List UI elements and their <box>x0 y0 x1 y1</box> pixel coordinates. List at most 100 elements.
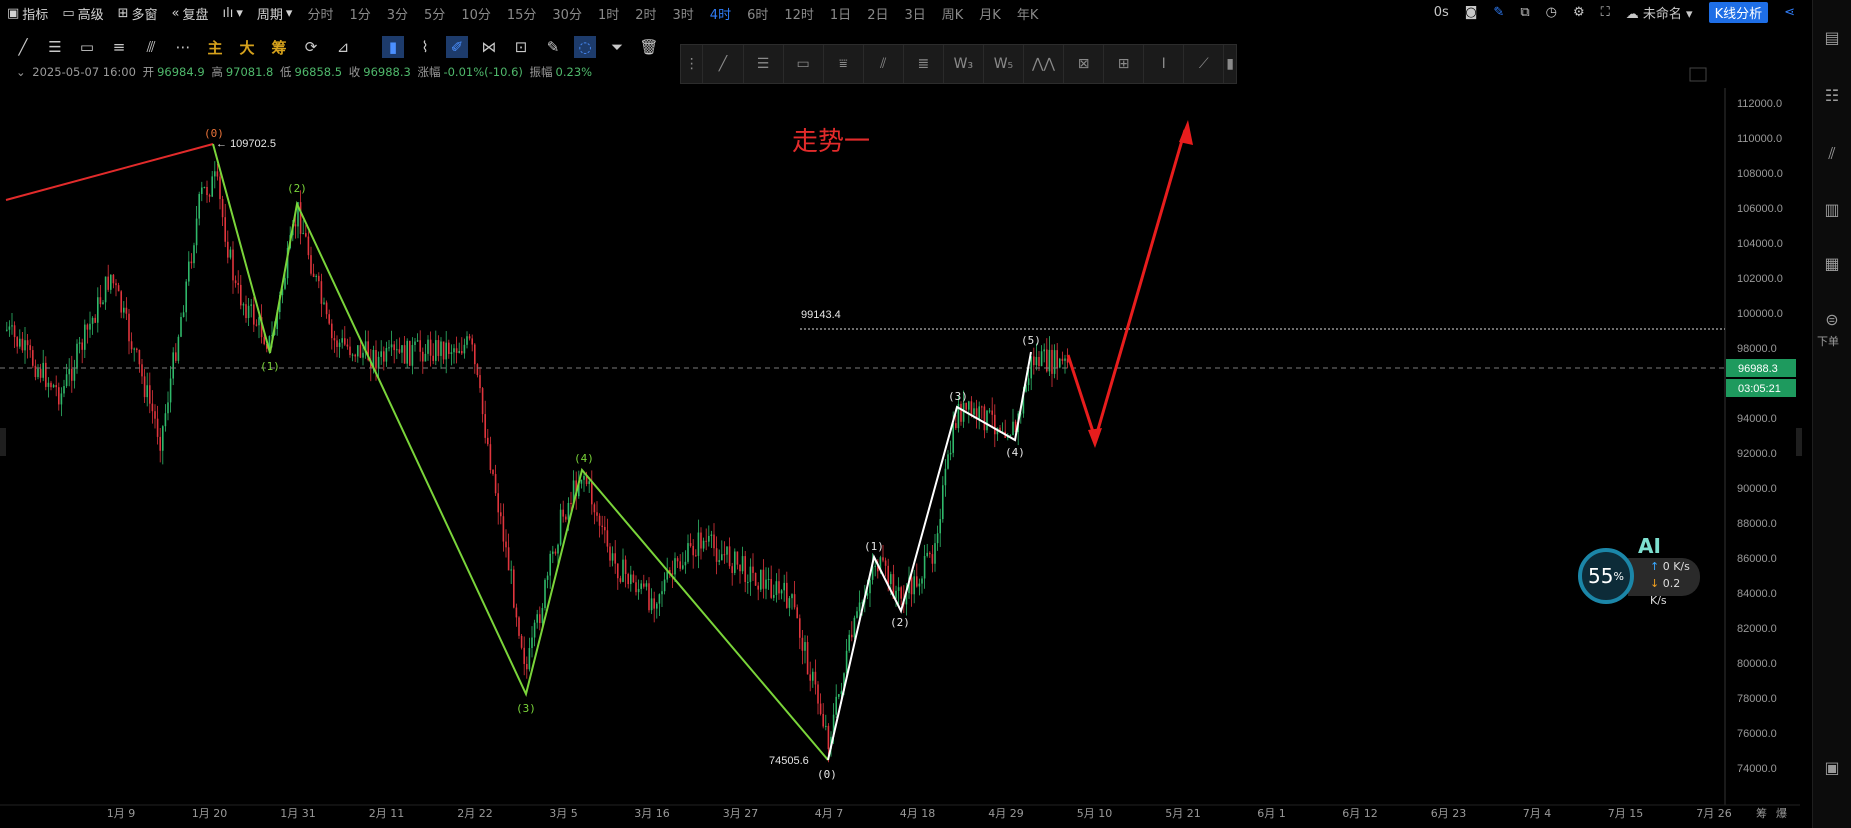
candle-body <box>500 512 502 517</box>
candle-body <box>806 642 809 675</box>
candle-body <box>154 411 156 419</box>
candle-body <box>414 341 416 345</box>
trend-chart-icon[interactable]: ⫽ <box>1821 144 1843 166</box>
white-wave-label-1: (1) <box>864 540 884 553</box>
time-tick-10: 4月 29 <box>988 807 1024 820</box>
candle-body <box>494 474 497 494</box>
candlestick-chart[interactable]: 112000.0 110000.0 108000.0 106000.0 104000.0… <box>0 0 1800 828</box>
candle-body <box>450 352 453 354</box>
candle-body <box>149 385 151 404</box>
up-projection-line <box>1093 129 1187 441</box>
candle-body <box>757 585 759 590</box>
candle-body <box>700 532 702 549</box>
candle-body <box>333 338 336 341</box>
candle-body <box>388 347 390 349</box>
candle-body <box>318 275 320 282</box>
candle-body <box>591 481 593 505</box>
candle-body <box>994 414 996 435</box>
candle-body <box>546 575 549 580</box>
candle-body <box>76 343 78 369</box>
annotation-title[interactable]: 走势一 <box>792 127 870 157</box>
candle-body <box>110 274 112 290</box>
candle-body <box>520 635 523 648</box>
axis-corner-0[interactable]: 筹 <box>1756 806 1767 820</box>
candle-body <box>253 304 255 325</box>
candle-body <box>513 569 515 608</box>
candle-body <box>783 582 785 591</box>
candle-body <box>471 338 473 345</box>
candle-body <box>557 544 559 554</box>
candle-body <box>565 516 567 520</box>
candle-body <box>263 337 265 345</box>
candle-body <box>84 324 86 350</box>
price-tick-0: 112000.0 <box>1737 98 1782 110</box>
left-collapse-handle[interactable] <box>0 428 6 456</box>
candle-body <box>409 340 411 366</box>
ai-widget[interactable]: AI ↑ 0 K/s ↓ 0.2 K/s 55% <box>1578 534 1700 610</box>
candle-body <box>1035 356 1038 366</box>
candle-body <box>986 410 988 431</box>
price-tick-2: 108000.0 <box>1737 168 1783 180</box>
candle-body <box>778 581 780 594</box>
document-icon[interactable]: ▤ <box>1821 28 1843 50</box>
candle-body <box>715 548 718 562</box>
down-arrow-icon: ↓ <box>1650 577 1660 590</box>
candle-body <box>219 176 221 200</box>
candle-body <box>461 351 463 354</box>
candle-body <box>533 622 536 638</box>
candle-body <box>765 579 767 589</box>
market-icon[interactable]: ▥ <box>1821 200 1843 222</box>
minimize-icon[interactable] <box>1689 67 1707 82</box>
candle-body <box>383 351 385 362</box>
candle-body <box>60 393 63 405</box>
time-tick-3: 2月 11 <box>369 807 405 820</box>
candle-body <box>643 583 645 587</box>
candle-body <box>1033 356 1035 366</box>
candle-body <box>94 317 96 323</box>
candle-body <box>713 534 715 549</box>
candle-body <box>900 587 902 599</box>
time-tick-15: 6月 23 <box>1431 807 1467 820</box>
candle-body <box>661 591 663 595</box>
layout-icon[interactable]: ▣ <box>1821 758 1843 780</box>
time-tick-7: 3月 27 <box>723 807 759 820</box>
candle-body <box>13 325 16 338</box>
candle-body <box>362 352 364 358</box>
candle-body <box>817 684 819 704</box>
candle-body <box>518 617 520 636</box>
candle-body <box>214 171 216 177</box>
candle-body <box>6 329 8 331</box>
candle-body <box>970 401 973 415</box>
time-tick-14: 6月 12 <box>1342 807 1378 820</box>
right-collapse-handle[interactable] <box>1796 428 1802 456</box>
download-value: 0.2 <box>1662 577 1681 590</box>
candle-body <box>658 594 661 604</box>
candle-body <box>991 410 993 415</box>
order-label[interactable]: 下单 <box>1817 333 1839 349</box>
candle-body <box>341 338 343 343</box>
candle-body <box>73 368 76 381</box>
price-tick-6: 100000.0 <box>1737 308 1783 320</box>
candle-body <box>429 339 432 356</box>
etf-icon[interactable]: ▦ <box>1821 254 1843 276</box>
candle-body <box>1027 378 1030 386</box>
candle-body <box>39 368 42 378</box>
candle-body <box>227 241 229 258</box>
candle-body <box>310 255 312 274</box>
candle-body <box>102 302 104 305</box>
candle-body <box>918 583 921 587</box>
candle-body <box>216 171 219 177</box>
download-speed: ↓ 0.2 K/s <box>1628 575 1700 609</box>
time-tick-2: 1月 31 <box>280 807 316 820</box>
candle-body <box>674 558 676 575</box>
candle-body <box>544 579 546 609</box>
order-icon[interactable]: ⊜ <box>1821 310 1843 332</box>
candle-body <box>331 323 333 339</box>
candle-body <box>55 385 57 388</box>
candle-body <box>692 545 694 556</box>
candle-body <box>29 345 31 351</box>
axis-corner-1[interactable]: 爆 <box>1776 806 1787 820</box>
candle-body <box>208 195 211 197</box>
watchlist-icon[interactable]: ☷ <box>1821 86 1843 108</box>
candle-body <box>645 583 648 587</box>
